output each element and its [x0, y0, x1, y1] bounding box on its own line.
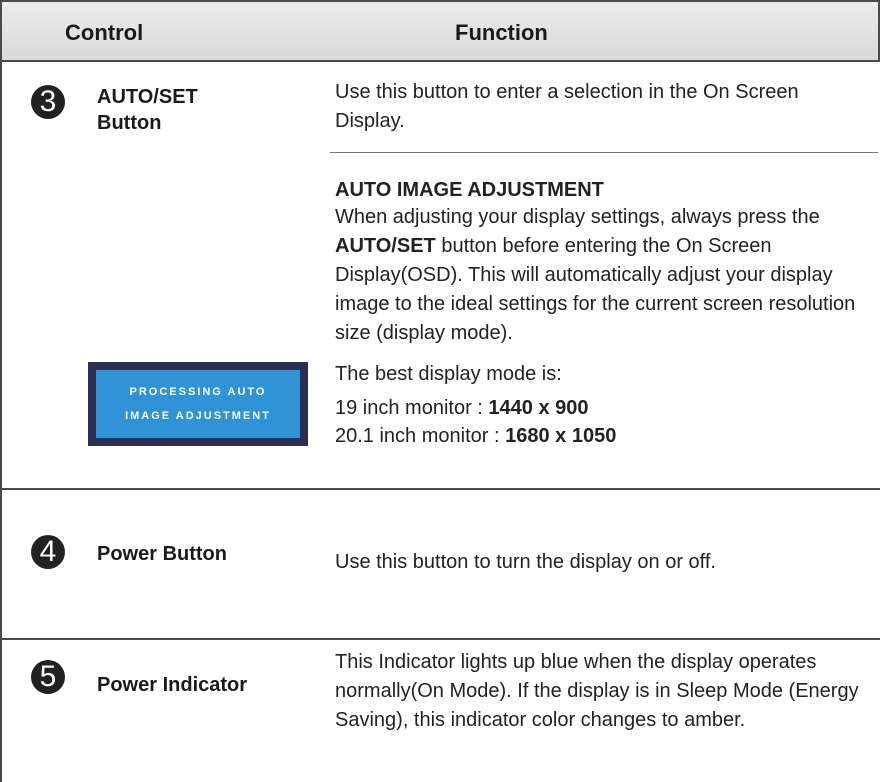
- left-border: [0, 0, 2, 782]
- function-divider: [330, 152, 878, 153]
- osd-line-1: PROCESSING AUTO: [129, 386, 267, 398]
- header-right-border: [878, 0, 880, 62]
- control-autoset-line1: AUTO/SET: [97, 86, 198, 108]
- osd-processing-image: PROCESSING AUTO IMAGE ADJUSTMENT: [88, 362, 308, 446]
- control-function-table: Control Function 3 AUTO/SET Button Use t…: [0, 0, 884, 782]
- osd-line-2: IMAGE ADJUSTMENT: [125, 410, 271, 422]
- control-power-button-label: Power Button: [97, 543, 227, 565]
- number-5-badge: 5: [31, 660, 65, 694]
- control-power-indicator-label: Power Indicator: [97, 674, 248, 696]
- control-autoset-label: AUTO/SET Button: [97, 84, 198, 136]
- autoset-function-text: Use this button to enter a selection in …: [335, 81, 799, 132]
- row-divider-2: [0, 638, 880, 640]
- best-mode-label: The best display mode is:: [335, 363, 562, 385]
- control-autoset-line2: Button: [97, 112, 162, 134]
- table-header: Control Function: [0, 0, 880, 62]
- header-control: Control: [65, 20, 144, 45]
- number-3-badge: 3: [31, 85, 65, 119]
- mode-20inch: 20.1 inch monitor : 1680 x 1050: [335, 425, 617, 447]
- header-function: Function: [455, 20, 548, 45]
- power-button-function-text: Use this button to turn the display on o…: [335, 551, 716, 573]
- auto-image-adjustment-title: AUTO IMAGE ADJUSTMENT: [335, 179, 604, 201]
- mode-19inch: 19 inch monitor : 1440 x 900: [335, 397, 589, 419]
- number-4-badge: 4: [31, 535, 65, 569]
- autoset-inline-bold: AUTO/SET: [335, 235, 436, 257]
- row-divider-1: [0, 488, 880, 490]
- power-indicator-function-text: This Indicator lights up blue when the d…: [335, 651, 859, 731]
- auto-image-adjustment-body: When adjusting your display settings, al…: [335, 206, 856, 344]
